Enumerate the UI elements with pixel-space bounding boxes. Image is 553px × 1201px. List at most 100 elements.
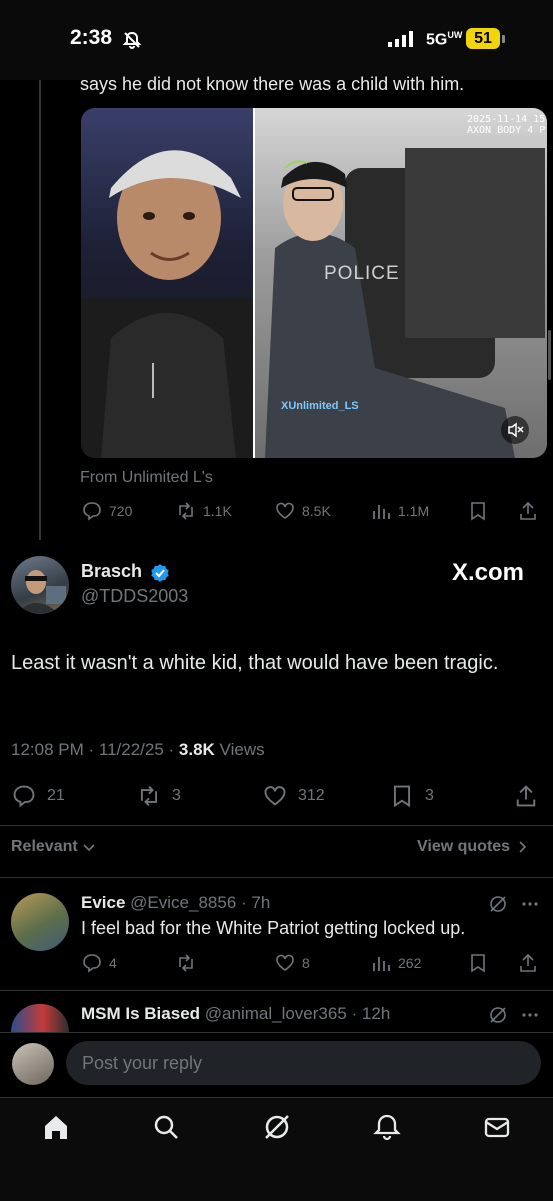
notifications-icon[interactable] [372, 1112, 402, 1142]
relevant-label: Relevant [11, 838, 78, 855]
main-reply-action[interactable]: 21 [11, 783, 65, 809]
network-type: 5GUW [426, 30, 463, 49]
share-icon [513, 783, 539, 809]
divider [0, 990, 553, 991]
chevron-down-icon [82, 840, 96, 854]
main-share-action[interactable] [513, 783, 539, 809]
reply-avatar[interactable] [11, 1004, 69, 1032]
repost-icon [175, 952, 197, 974]
battery-tip [502, 35, 505, 43]
view-quotes-label: View quotes [417, 838, 511, 855]
main-like-action[interactable]: 312 [262, 783, 325, 809]
media-watermark: XUnlimited_LS [281, 400, 359, 412]
reply-author[interactable]: MSM Is Biased @animal_lover365 · 12h [81, 1004, 390, 1024]
post-time: 12:08 PM · 11/22/25 · [11, 740, 179, 759]
bookmark-icon [467, 500, 489, 522]
police-seat-label: POLICE [324, 263, 400, 284]
post-media[interactable]: 2025-11-14 15 AXON BODY 4 P POLICE XUnli… [81, 108, 547, 458]
reply-author-name: MSM Is Biased [81, 1004, 201, 1023]
reply-reply-action[interactable]: 4 [81, 952, 117, 974]
share-icon [517, 500, 539, 522]
reply-icon [11, 783, 37, 809]
reply-count: 720 [109, 503, 133, 519]
main-repost-action[interactable]: 3 [136, 783, 181, 809]
view-quotes-link[interactable]: View quotes [417, 838, 529, 856]
author-avatar[interactable] [11, 556, 69, 614]
post-metadata: 12:08 PM · 11/22/25 · 3.8K Views [11, 740, 265, 760]
share-icon [517, 952, 539, 974]
verified-badge-icon [150, 563, 170, 583]
reply-author[interactable]: Evice @Evice_8856 · 7h [81, 893, 270, 913]
like-action[interactable]: 8.5K [274, 500, 331, 522]
repost-icon [136, 783, 162, 809]
main-reply-count: 21 [47, 787, 65, 804]
reply-age: · 12h [346, 1004, 391, 1023]
messages-icon[interactable] [482, 1112, 512, 1142]
reply-author-name: Evice [81, 893, 126, 912]
mute-icon[interactable] [501, 416, 529, 444]
main-bookmark-count: 3 [425, 787, 434, 804]
heart-icon [274, 500, 296, 522]
main-like-count: 312 [298, 787, 325, 804]
author-name[interactable]: Brasch [81, 561, 142, 582]
post-views-count[interactable]: 3.8K [179, 740, 215, 759]
repost-action[interactable]: 1.1K [175, 500, 232, 522]
reply-input[interactable] [66, 1041, 541, 1085]
reply-like-action[interactable]: 8 [274, 952, 310, 974]
scrollbar[interactable] [548, 330, 551, 380]
divider [0, 825, 553, 826]
reply-like-count: 8 [302, 955, 310, 971]
reply-author-handle: @animal_lover365 [204, 1004, 347, 1023]
reply-share-action[interactable] [517, 952, 539, 974]
reply-author-handle: @Evice_8856 [130, 893, 237, 912]
bell-off-icon [122, 30, 142, 50]
views-count: 1.1M [398, 503, 430, 519]
reply-age: · 7h [236, 893, 271, 912]
relevant-filter[interactable]: Relevant [11, 838, 96, 856]
reply-text: I feel bad for the White Patriot getting… [81, 918, 466, 938]
chevron-right-icon [515, 840, 529, 854]
bookmark-icon [467, 952, 489, 974]
main-bookmark-action[interactable]: 3 [389, 783, 434, 809]
analytics-icon [370, 952, 392, 974]
grok-icon[interactable] [262, 1112, 292, 1142]
quoted-post-text: says he did not know there was a child w… [80, 74, 465, 94]
analytics-icon [370, 500, 392, 522]
reply-action[interactable]: 720 [81, 500, 132, 522]
share-action[interactable] [517, 500, 539, 522]
reply-icon [81, 952, 103, 974]
grok-icon[interactable] [488, 894, 508, 914]
divider [0, 877, 553, 878]
author-handle[interactable]: @TDDS2003 [81, 586, 188, 607]
heart-icon [262, 783, 288, 809]
more-icon[interactable] [520, 1005, 540, 1025]
post-views-label: Views [214, 740, 265, 759]
reply-views-action[interactable]: 262 [370, 952, 421, 974]
media-source-label: From Unlimited L's [80, 469, 213, 486]
home-icon[interactable] [41, 1112, 71, 1142]
current-user-avatar[interactable] [12, 1043, 54, 1085]
views-action[interactable]: 1.1M [370, 500, 429, 522]
reply-reply-count: 4 [109, 955, 117, 971]
status-time: 2:38 [70, 26, 113, 49]
search-icon[interactable] [151, 1112, 181, 1142]
heart-icon [274, 952, 296, 974]
battery-indicator: 51 [466, 28, 500, 49]
repost-count: 1.1K [203, 503, 232, 519]
reply-icon [81, 500, 103, 522]
reply-repost-action[interactable] [175, 952, 197, 974]
post-text: Least it wasn't a white kid, that would … [11, 652, 499, 674]
main-repost-count: 3 [172, 787, 181, 804]
thread-connector-line [39, 80, 41, 540]
reply-bookmark-action[interactable] [467, 952, 489, 974]
reply-avatar[interactable] [11, 893, 69, 951]
bookmark-icon [389, 783, 415, 809]
signal-icon [388, 31, 416, 47]
bookmark-action[interactable] [467, 500, 489, 522]
more-icon[interactable] [520, 894, 540, 914]
reply-views-count: 262 [398, 955, 422, 971]
repost-icon [175, 500, 197, 522]
bodycam-timestamp: 2025-11-14 15 AXON BODY 4 P [467, 114, 546, 136]
grok-icon[interactable] [488, 1005, 508, 1025]
media-photo-left [81, 108, 254, 458]
